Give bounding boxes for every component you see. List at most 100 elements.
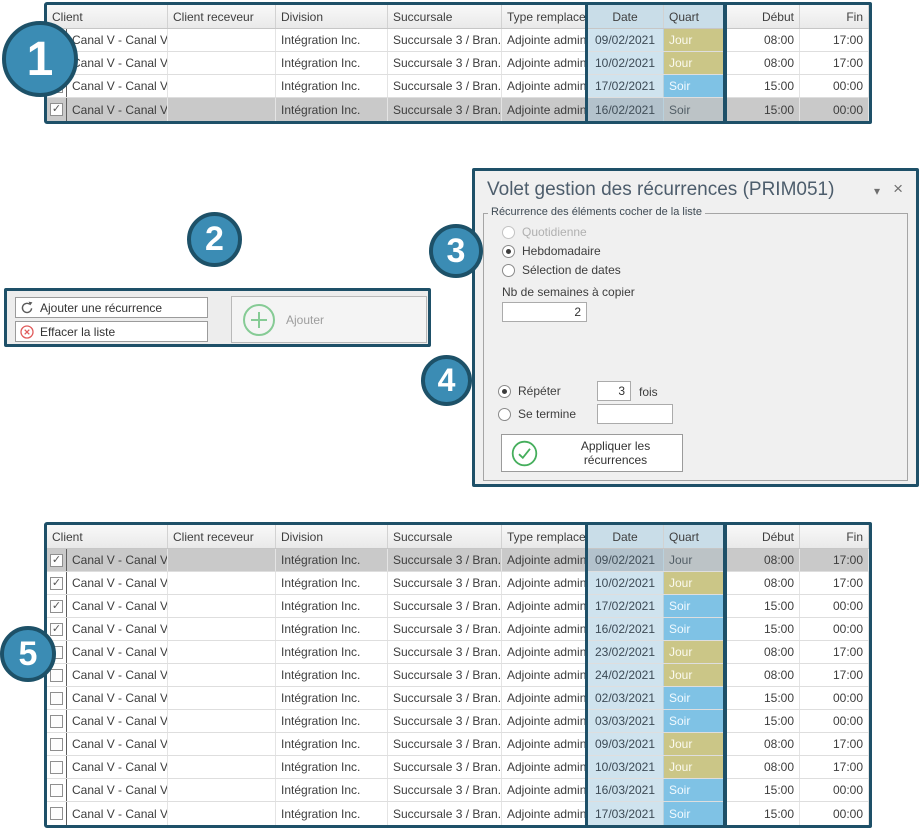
table-row[interactable]: ✓Canal V - Canal V...Intégration Inc.Suc…: [47, 98, 869, 121]
table-row[interactable]: Canal V - Canal V...Intégration Inc.Succ…: [47, 710, 869, 733]
column-header[interactable]: Succursale: [388, 525, 502, 548]
row-checkbox[interactable]: ✓: [50, 600, 63, 613]
table-cell: Canal V - Canal V...: [67, 733, 168, 755]
table-cell: Canal V - Canal V...: [67, 756, 168, 778]
column-header[interactable]: Type remplacem...: [502, 525, 587, 548]
step-badge-3: 3: [429, 224, 483, 278]
table-row[interactable]: Canal V - Canal V...Intégration Inc.Succ…: [47, 641, 869, 664]
radio-repeter[interactable]: Répéter: [498, 384, 561, 398]
table-cell: Adjointe admini...: [502, 75, 587, 97]
radio-selection-dates-circle[interactable]: [502, 264, 515, 277]
column-header[interactable]: Fin: [800, 5, 869, 28]
column-header[interactable]: Fin: [800, 525, 869, 548]
table-cell: [47, 710, 67, 732]
table-cell: Intégration Inc.: [276, 664, 388, 686]
table-row[interactable]: Canal V - Canal V...Intégration Inc.Succ…: [47, 733, 869, 756]
row-checkbox[interactable]: ✓: [50, 577, 63, 590]
panel-title: Volet gestion des récurrences (PRIM051): [487, 179, 834, 201]
row-checkbox[interactable]: [50, 761, 63, 774]
shifts-table-bottom: ClientClient receveurDivisionSuccursaleT…: [44, 522, 872, 828]
column-header[interactable]: Quart: [664, 5, 725, 28]
apply-recurrences-button[interactable]: Appliquer les récurrences: [501, 434, 683, 472]
clear-list-label: Effacer la liste: [40, 325, 115, 339]
table-row[interactable]: ✓Canal V - Canal V...Intégration Inc.Suc…: [47, 618, 869, 641]
table-cell: 00:00: [800, 710, 869, 732]
table-cell: 08:00: [725, 641, 800, 663]
row-checkbox[interactable]: [50, 715, 63, 728]
table-cell: Adjointe admini...: [502, 549, 587, 571]
date-cell: 09/03/2021: [587, 733, 664, 755]
table-cell: Canal V - Canal V...: [67, 98, 168, 121]
repeat-count-input[interactable]: [597, 381, 631, 401]
column-header[interactable]: Client receveur: [168, 525, 276, 548]
radio-quotidienne-circle[interactable]: [502, 226, 515, 239]
table-row[interactable]: Canal V - Canal V...Intégration Inc.Succ…: [47, 756, 869, 779]
table-row[interactable]: Canal V - Canal V...Intégration Inc.Succ…: [47, 687, 869, 710]
table-cell: 00:00: [800, 595, 869, 617]
radio-hebdomadaire[interactable]: Hebdomadaire: [502, 244, 601, 258]
table-cell: ✓: [47, 595, 67, 617]
quart-cell: Soir: [664, 98, 725, 121]
table-cell: Adjointe admini...: [502, 779, 587, 801]
table-cell: Canal V - Canal V...: [67, 595, 168, 617]
table-row[interactable]: Canal V - Canal V...Intégration Inc.Succ…: [47, 802, 869, 825]
table-cell: Succursale 3 / Bran...: [388, 641, 502, 663]
column-header[interactable]: Division: [276, 525, 388, 548]
column-header[interactable]: Quart: [664, 525, 725, 548]
row-checkbox[interactable]: [50, 807, 63, 820]
row-checkbox[interactable]: ✓: [50, 554, 63, 567]
radio-repeter-circle[interactable]: [498, 385, 511, 398]
table-row[interactable]: ✓Canal V - Canal V...Intégration Inc.Suc…: [47, 549, 869, 572]
radio-hebdomadaire-circle[interactable]: [502, 245, 515, 258]
table-cell: 08:00: [725, 549, 800, 571]
table-cell: Adjointe admini...: [502, 98, 587, 121]
row-checkbox[interactable]: [50, 692, 63, 705]
add-button[interactable]: Ajouter: [231, 296, 427, 343]
table-cell: [168, 595, 276, 617]
radio-se-termine[interactable]: Se termine: [498, 407, 576, 421]
nb-semaines-input[interactable]: [502, 302, 587, 322]
row-checkbox[interactable]: ✓: [50, 623, 63, 636]
radio-se-termine-circle[interactable]: [498, 408, 511, 421]
table-row[interactable]: Canal V - Canal V...Intégration Inc.Succ…: [47, 779, 869, 802]
table-cell: 15:00: [725, 779, 800, 801]
caret-down-icon[interactable]: ▾: [874, 184, 880, 198]
table-cell: [47, 802, 67, 825]
table-cell: Adjointe admini...: [502, 618, 587, 640]
table-row[interactable]: ✓Canal V - Canal V...Intégration Inc.Suc…: [47, 595, 869, 618]
add-recurrence-button[interactable]: Ajouter une récurrence: [15, 297, 208, 318]
column-header[interactable]: Client: [47, 525, 168, 548]
table-cell: [168, 572, 276, 594]
table-cell: [168, 52, 276, 74]
table-cell: Canal V - Canal V...: [67, 710, 168, 732]
row-checkbox[interactable]: [50, 738, 63, 751]
radio-quotidienne[interactable]: Quotidienne: [502, 225, 587, 239]
table-row[interactable]: ✓Canal V - Canal V...Intégration Inc.Suc…: [47, 75, 869, 98]
column-header[interactable]: Date: [587, 525, 664, 548]
table-cell: 00:00: [800, 98, 869, 121]
table-row[interactable]: ✓Canal V - Canal V...Intégration Inc.Suc…: [47, 29, 869, 52]
column-header[interactable]: Date: [587, 5, 664, 28]
table-row[interactable]: Canal V - Canal V...Intégration Inc.Succ…: [47, 664, 869, 687]
row-checkbox[interactable]: [50, 784, 63, 797]
end-date-input[interactable]: [597, 404, 673, 424]
add-button-label: Ajouter: [286, 313, 324, 327]
clear-list-button[interactable]: Effacer la liste: [15, 321, 208, 342]
column-header[interactable]: Début: [725, 525, 800, 548]
column-header[interactable]: Client receveur: [168, 5, 276, 28]
row-checkbox[interactable]: ✓: [50, 103, 63, 116]
row-checkbox[interactable]: [50, 669, 63, 682]
table-cell: 17:00: [800, 664, 869, 686]
column-header[interactable]: Début: [725, 5, 800, 28]
column-header[interactable]: Division: [276, 5, 388, 28]
table-row[interactable]: ✓Canal V - Canal V...Intégration Inc.Suc…: [47, 52, 869, 75]
date-cell: 03/03/2021: [587, 710, 664, 732]
table-row[interactable]: ✓Canal V - Canal V...Intégration Inc.Suc…: [47, 572, 869, 595]
close-icon[interactable]: ×: [893, 179, 903, 199]
column-header[interactable]: Type remplacem...: [502, 5, 587, 28]
column-header[interactable]: Client: [47, 5, 168, 28]
radio-selection-dates[interactable]: Sélection de dates: [502, 263, 621, 277]
radio-selection-dates-label: Sélection de dates: [522, 263, 621, 277]
column-header[interactable]: Succursale: [388, 5, 502, 28]
table-cell: [168, 641, 276, 663]
